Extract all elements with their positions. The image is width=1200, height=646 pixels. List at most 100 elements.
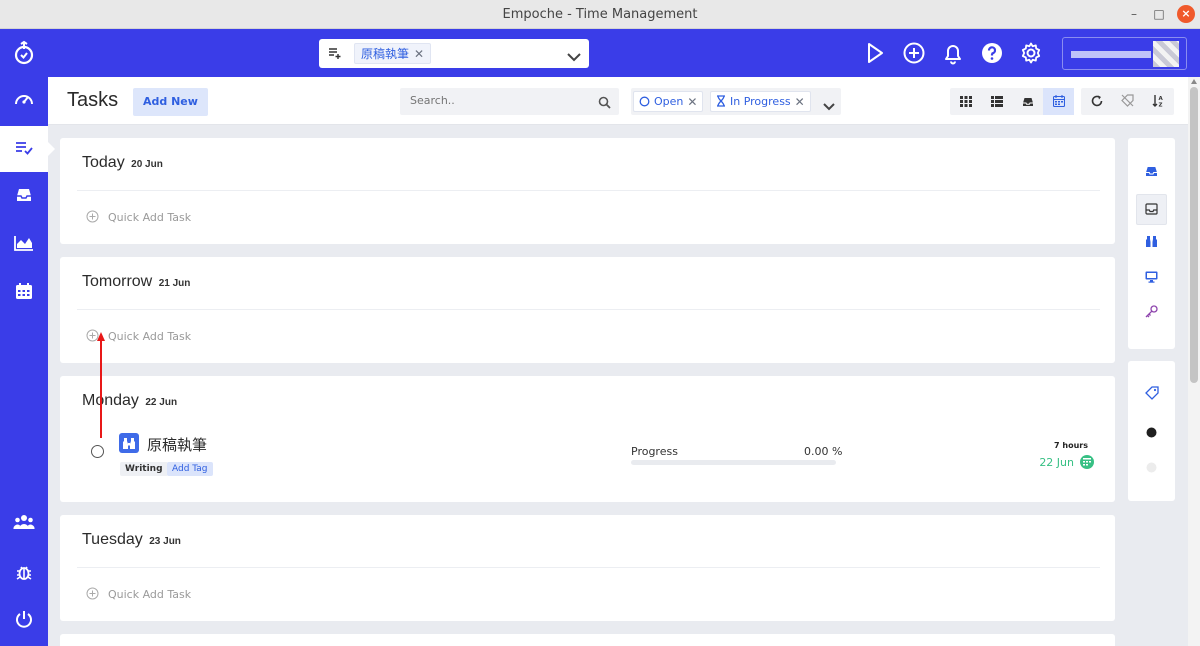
window-title: Empoche - Time Management bbox=[502, 7, 698, 22]
search-box bbox=[400, 88, 619, 115]
page-scrollbar[interactable] bbox=[1188, 77, 1200, 646]
divider bbox=[77, 190, 1100, 191]
svg-text:A: A bbox=[1159, 96, 1164, 102]
task-duration: 7 hours bbox=[1054, 441, 1088, 450]
day-label: Tomorrow bbox=[82, 273, 153, 290]
tag-off-icon bbox=[1121, 92, 1134, 111]
quick-add-label: Quick Add Task bbox=[108, 211, 192, 224]
right-rail-views bbox=[1128, 138, 1175, 349]
plus-circle-icon[interactable] bbox=[902, 41, 926, 65]
svg-text:Z: Z bbox=[1159, 103, 1163, 108]
play-icon[interactable] bbox=[863, 41, 887, 65]
minimize-button[interactable]: – bbox=[1125, 5, 1143, 23]
quick-add-task[interactable]: Quick Add Task bbox=[86, 208, 191, 227]
day-card-tuesday: Tuesday 23 Jun Quick Add Task bbox=[60, 515, 1115, 621]
calendar-icon bbox=[1080, 455, 1094, 469]
rail-key-button[interactable] bbox=[1136, 297, 1167, 328]
task-complete-checkbox[interactable] bbox=[91, 445, 104, 458]
progress-percentage: 0.00 % bbox=[804, 445, 843, 458]
quick-add-task[interactable]: Quick Add Task bbox=[86, 585, 191, 604]
sort-button[interactable]: AZ bbox=[1143, 88, 1174, 115]
grid-view-button[interactable] bbox=[950, 88, 981, 115]
list-view-button[interactable] bbox=[981, 88, 1012, 115]
progress-bar bbox=[631, 460, 836, 465]
filter-chip-open: Open ✕ bbox=[633, 91, 704, 112]
sidebar-item-team[interactable] bbox=[0, 501, 48, 547]
day-label: Tuesday bbox=[82, 531, 143, 548]
avatar bbox=[1153, 41, 1179, 67]
day-label: Today bbox=[82, 154, 125, 171]
add-new-button[interactable]: Add New bbox=[133, 88, 208, 116]
dot-light bbox=[1146, 458, 1157, 477]
inbox-icon bbox=[1145, 162, 1158, 181]
remove-filter-icon[interactable]: ✕ bbox=[795, 95, 805, 109]
sidebar-item-reports[interactable] bbox=[0, 222, 48, 268]
project-chip: 原稿執筆 ✕ bbox=[354, 43, 432, 64]
chevron-down-icon[interactable] bbox=[823, 96, 835, 115]
remove-project-icon[interactable]: ✕ bbox=[414, 47, 424, 61]
refresh-icon bbox=[1091, 92, 1103, 111]
bug-icon bbox=[15, 563, 33, 585]
scroll-up-icon[interactable] bbox=[1191, 79, 1197, 84]
calendar-icon bbox=[1052, 92, 1065, 111]
sort-icon: AZ bbox=[1152, 92, 1165, 111]
progress-label: Progress bbox=[631, 445, 678, 458]
day-heading: Today 20 Jun bbox=[82, 154, 163, 172]
close-button[interactable]: × bbox=[1177, 5, 1195, 23]
bell-icon[interactable] bbox=[941, 41, 965, 65]
rail-color-dark-button[interactable] bbox=[1136, 417, 1167, 448]
remove-filter-icon[interactable]: ✕ bbox=[687, 95, 697, 109]
gauge-icon bbox=[14, 90, 34, 112]
day-card-tomorrow: Tomorrow 21 Jun Quick Add Task bbox=[60, 257, 1115, 363]
tag-writing[interactable]: Writing bbox=[120, 462, 168, 476]
calendar-icon bbox=[15, 282, 33, 304]
task-title[interactable]: 原稿執筆 bbox=[147, 434, 207, 455]
binoculars-icon bbox=[1145, 233, 1158, 252]
hourglass-icon bbox=[716, 92, 726, 111]
scroll-thumb[interactable] bbox=[1190, 87, 1198, 383]
rail-inbox-button[interactable] bbox=[1136, 156, 1167, 187]
project-chip-label: 原稿執筆 bbox=[361, 47, 410, 61]
gear-icon[interactable] bbox=[1019, 41, 1043, 65]
rail-archive-button[interactable] bbox=[1136, 194, 1167, 225]
day-heading: Tomorrow 21 Jun bbox=[82, 273, 190, 291]
calendar-view-button[interactable] bbox=[1043, 88, 1074, 115]
sidebar-item-inbox[interactable] bbox=[0, 174, 48, 220]
rail-color-light-button[interactable] bbox=[1136, 452, 1167, 483]
sidebar-item-calendar[interactable] bbox=[0, 270, 48, 316]
tasks-toolbar: Tasks Add New Open ✕ In Progress ✕ bbox=[48, 77, 1188, 125]
chevron-down-icon[interactable] bbox=[567, 47, 581, 66]
empoche-logo-icon[interactable] bbox=[12, 40, 36, 66]
search-icon[interactable] bbox=[598, 94, 611, 113]
rail-tags-button[interactable] bbox=[1136, 379, 1167, 410]
inbox-view-button[interactable] bbox=[1012, 88, 1043, 115]
inbox-icon bbox=[1022, 92, 1034, 111]
sidebar-item-dashboard[interactable] bbox=[0, 78, 48, 124]
playlist-add-icon bbox=[328, 45, 342, 64]
power-icon bbox=[15, 610, 33, 632]
search-input[interactable] bbox=[410, 94, 590, 107]
view-switcher bbox=[950, 88, 1074, 115]
sidebar-item-logout[interactable] bbox=[0, 598, 48, 644]
maximize-button[interactable]: □ bbox=[1150, 5, 1168, 23]
day-date: 22 Jun bbox=[145, 397, 178, 408]
hide-tags-button[interactable] bbox=[1112, 88, 1143, 115]
task-tools: AZ bbox=[1081, 88, 1174, 115]
plus-circle-icon bbox=[86, 585, 99, 604]
rail-explore-button[interactable] bbox=[1136, 227, 1167, 258]
right-rail-tags bbox=[1128, 361, 1175, 501]
sidebar-item-tasks[interactable] bbox=[0, 126, 55, 172]
add-tag-button[interactable]: Add Tag bbox=[167, 462, 213, 476]
window-titlebar: Empoche - Time Management – □ × bbox=[0, 0, 1200, 29]
main-sidebar bbox=[0, 77, 55, 646]
project-filter-select[interactable]: 原稿執筆 ✕ bbox=[319, 39, 589, 68]
filter-chip-label: In Progress bbox=[730, 95, 791, 108]
rail-monitor-button[interactable] bbox=[1136, 262, 1167, 293]
task-due-date[interactable]: 22 Jun bbox=[1039, 455, 1094, 469]
status-filter[interactable]: Open ✕ In Progress ✕ bbox=[631, 88, 841, 115]
annotation-arrow bbox=[97, 332, 105, 438]
sidebar-item-bug-report[interactable] bbox=[0, 551, 48, 597]
help-icon[interactable] bbox=[980, 41, 1004, 65]
user-profile-button[interactable] bbox=[1062, 37, 1187, 70]
refresh-button[interactable] bbox=[1081, 88, 1112, 115]
